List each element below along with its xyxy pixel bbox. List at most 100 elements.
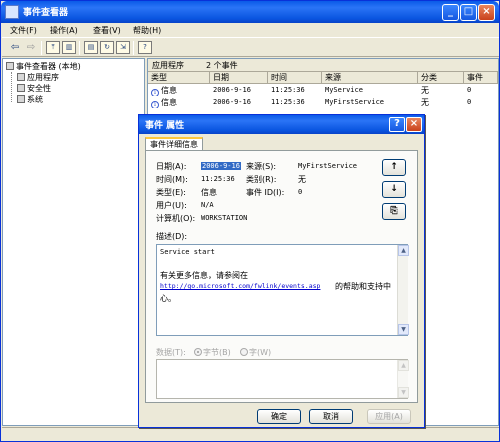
scroll-down-icon[interactable]: ▼ xyxy=(398,387,409,398)
column-time[interactable]: 时间 xyxy=(268,72,322,84)
cell-event: 0 xyxy=(467,86,472,94)
description-label: 描述(D): xyxy=(156,232,188,241)
forward-arrow-icon[interactable]: ⇨ xyxy=(24,41,38,54)
cell-event: 0 xyxy=(467,98,472,106)
cell-time: 11:25:36 xyxy=(271,86,305,94)
close-button[interactable]: × xyxy=(478,4,495,21)
window-title: 事件查看器 xyxy=(23,8,69,18)
scroll-down-icon[interactable]: ▼ xyxy=(398,324,409,335)
show-tree-icon[interactable]: ▥ xyxy=(62,41,76,54)
toolbar-separator xyxy=(41,41,42,55)
refresh-icon[interactable]: ↻ xyxy=(100,41,114,54)
export-list-icon[interactable]: ⇲ xyxy=(116,41,130,54)
scroll-up-icon[interactable]: ▲ xyxy=(398,245,409,256)
radio-icon xyxy=(240,348,248,356)
help-link[interactable]: http://go.microsoft.com/fwlink/events.as… xyxy=(160,282,320,290)
scroll-up-icon[interactable]: ▲ xyxy=(398,360,409,371)
help-icon[interactable]: ? xyxy=(138,41,152,54)
cell-time: 11:25:36 xyxy=(271,98,305,106)
status-bar xyxy=(2,427,499,441)
copy-icon: ⎘ xyxy=(390,206,398,216)
down-arrow-icon: ↓ xyxy=(390,184,398,194)
user-label: 用户(U): xyxy=(156,201,187,210)
tree-panel: 事件查看器 (本地) 应用程序 安全性 系统 xyxy=(2,58,145,426)
list-log-name: 应用程序 xyxy=(152,61,184,70)
cell-type: i 信息 xyxy=(148,85,210,96)
source-value: MyFirstService xyxy=(298,162,358,170)
time-label: 时间(M): xyxy=(156,175,188,184)
tree-item-label: 安全性 xyxy=(27,84,51,93)
cell-source: MyFirstService xyxy=(325,98,385,106)
description-line: 有关更多信息，请参阅在 xyxy=(160,271,248,280)
radio-words[interactable]: 字(W) xyxy=(240,347,271,358)
event-viewer-app-icon xyxy=(5,5,19,19)
description-box[interactable]: Service start 有关更多信息，请参阅在 http://go.micr… xyxy=(156,244,409,336)
toolbar: ⇦ ⇨ ⤒ ▥ ▤ ↻ ⇲ ? xyxy=(2,37,499,57)
main-titlebar[interactable]: 事件查看器 _ □ × xyxy=(1,1,499,23)
info-icon: i xyxy=(151,89,159,96)
cell-date: 2006-9-16 xyxy=(213,98,251,106)
data-box[interactable]: ▲ ▼ xyxy=(156,359,409,399)
dialog-help-button[interactable]: ? xyxy=(389,117,405,132)
table-row[interactable]: i 信息 2006-9-16 11:25:36 MyFirstService 无 … xyxy=(148,97,498,108)
computer-value: WORKSTATION xyxy=(201,214,248,222)
maximize-button[interactable]: □ xyxy=(460,4,477,21)
row-type-label: 信息 xyxy=(161,98,177,107)
toolbar-separator xyxy=(133,41,134,55)
data-scrollbar[interactable]: ▲ ▼ xyxy=(397,360,409,398)
menu-view[interactable]: 查看(V) xyxy=(93,25,121,36)
date-label: 日期(A): xyxy=(156,162,187,171)
computer-icon xyxy=(6,62,14,70)
radio-bytes[interactable]: 字节(B) xyxy=(194,347,231,358)
column-type[interactable]: 类型 xyxy=(148,72,210,84)
data-label: 数据(T): xyxy=(156,348,186,357)
next-event-button[interactable]: ↓ xyxy=(382,181,406,198)
tree-line xyxy=(11,72,12,102)
dialog-titlebar[interactable]: 事件 属性 ? × xyxy=(139,115,424,134)
menu-file[interactable]: 文件(F) xyxy=(10,25,37,36)
tab-event-details[interactable]: 事件详细信息 xyxy=(145,137,203,151)
menu-action[interactable]: 操作(A) xyxy=(50,25,78,36)
time-value: 11:25:36 xyxy=(201,175,235,183)
event-id-value: 0 xyxy=(298,188,303,196)
menu-help[interactable]: 帮助(H) xyxy=(133,25,161,36)
column-category[interactable]: 分类 xyxy=(418,72,464,84)
log-icon xyxy=(17,73,25,81)
dialog-title: 事件 属性 xyxy=(145,121,185,131)
up-folder-icon[interactable]: ⤒ xyxy=(46,41,60,54)
cell-category: 无 xyxy=(421,86,429,95)
ok-button[interactable]: 确定 xyxy=(257,409,301,424)
copy-button[interactable]: ⎘ xyxy=(382,203,406,220)
category-label: 类别(R): xyxy=(246,175,277,184)
apply-button[interactable]: 应用(A) xyxy=(367,409,411,424)
cell-date: 2006-9-16 xyxy=(213,86,251,94)
description-line: 心。 xyxy=(160,294,176,303)
menubar: 文件(F) 操作(A) 查看(V) 帮助(H) xyxy=(2,23,499,37)
log-icon xyxy=(17,84,25,92)
tree-item-system[interactable]: 系统 xyxy=(17,94,43,105)
radio-bytes-label: 字节(B) xyxy=(203,348,231,357)
minimize-button[interactable]: _ xyxy=(442,4,459,21)
properties-icon[interactable]: ▤ xyxy=(84,41,98,54)
tree-root[interactable]: 事件查看器 (本地) xyxy=(6,61,81,72)
description-scrollbar[interactable]: ▲ ▼ xyxy=(397,245,409,335)
column-event[interactable]: 事件 xyxy=(464,72,498,84)
tree-item-application[interactable]: 应用程序 xyxy=(17,72,59,83)
list-event-count: 2 个事件 xyxy=(206,61,238,70)
tree-item-label: 应用程序 xyxy=(27,73,59,82)
tree-item-security[interactable]: 安全性 xyxy=(17,83,51,94)
column-date[interactable]: 日期 xyxy=(210,72,268,84)
column-source[interactable]: 来源 xyxy=(322,72,418,84)
date-value: 2006-9-16 xyxy=(201,162,241,170)
dialog-close-button[interactable]: × xyxy=(406,117,422,132)
log-icon xyxy=(17,95,25,103)
table-row[interactable]: i 信息 2006-9-16 11:25:36 MyService 无 0 xyxy=(148,85,498,96)
row-type-label: 信息 xyxy=(161,86,177,95)
event-id-label: 事件 ID(I): xyxy=(246,188,285,197)
radio-icon xyxy=(194,348,202,356)
event-properties-dialog: 事件 属性 ? × 事件详细信息 日期(A): 2006-9-16 来源(S):… xyxy=(138,114,425,428)
previous-event-button[interactable]: ↑ xyxy=(382,159,406,176)
tab-panel: 日期(A): 2006-9-16 来源(S): MyFirstService 时… xyxy=(145,150,418,403)
cancel-button[interactable]: 取消 xyxy=(309,409,353,424)
back-arrow-icon[interactable]: ⇦ xyxy=(8,41,22,54)
